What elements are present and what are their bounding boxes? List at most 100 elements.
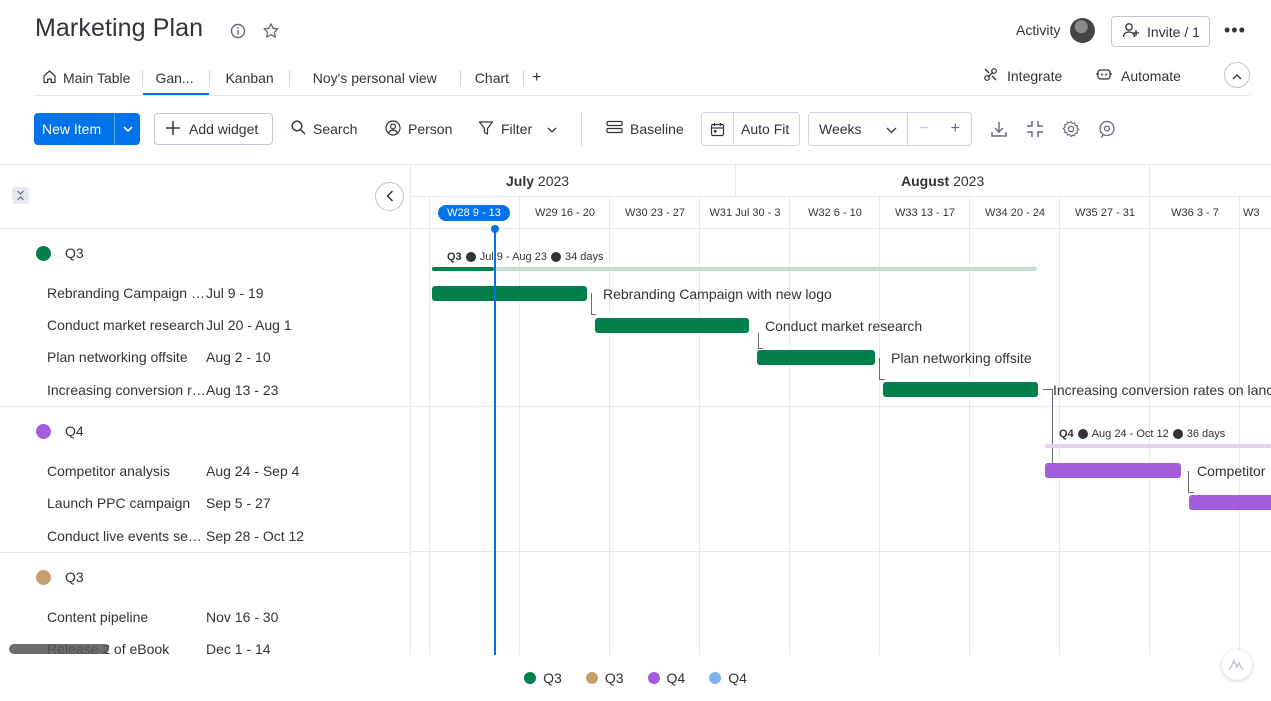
- summary-name: Q4: [1059, 428, 1074, 440]
- plus-icon: +: [532, 68, 542, 86]
- task-bar-label: Increasing conversion rates on lanc: [1053, 382, 1271, 398]
- task-bar[interactable]: [595, 318, 749, 333]
- legend-label: Q3: [604, 670, 624, 686]
- week-column[interactable]: W32 6 - 10: [790, 197, 880, 229]
- list-item[interactable]: Conduct market research Jul 20 - Aug 1: [0, 309, 410, 341]
- item-dates: Aug 2 - 10: [206, 349, 271, 365]
- grid-line: [429, 197, 430, 655]
- baseline-button[interactable]: Baseline: [606, 113, 684, 145]
- integrate-button[interactable]: Integrate: [982, 66, 1062, 86]
- list-item[interactable]: Increasing conversion rates on landing p…: [0, 373, 410, 406]
- invite-button[interactable]: Invite / 1: [1111, 16, 1210, 47]
- list-item[interactable]: Launch PPC campaign Sep 5 - 27: [0, 487, 410, 519]
- summary-duration: 36 days: [1186, 428, 1226, 440]
- today-marker-line: [494, 229, 496, 655]
- person-label: Person: [408, 121, 453, 137]
- week-column[interactable]: W31 Jul 30 - 3: [700, 197, 790, 229]
- week-column[interactable]: W3: [1240, 197, 1271, 229]
- week-column[interactable]: W33 13 - 17: [880, 197, 970, 229]
- tab-main-table[interactable]: Main Table: [34, 60, 142, 95]
- zoom-level-select[interactable]: Weeks: [809, 113, 908, 145]
- summary-range: Aug 24 - Oct 12: [1091, 428, 1169, 440]
- week-label: W28 9 - 13: [438, 205, 510, 221]
- toolbar-divider: [581, 112, 582, 146]
- zoom-out-button[interactable]: −: [919, 120, 928, 138]
- integrate-label: Integrate: [1007, 68, 1063, 84]
- tab-personal-view[interactable]: Noy's personal view: [290, 60, 460, 95]
- add-view-button[interactable]: +: [524, 60, 549, 95]
- list-item[interactable]: Plan networking offsite Aug 2 - 10: [0, 341, 410, 373]
- week-label: W32 6 - 10: [808, 207, 862, 219]
- dot-separator: [1077, 429, 1088, 439]
- chevron-down-icon[interactable]: [114, 113, 140, 145]
- task-bar[interactable]: [1045, 463, 1181, 478]
- task-bar[interactable]: [432, 286, 587, 301]
- info-icon[interactable]: [228, 21, 248, 41]
- tab-kanban[interactable]: Kanban: [210, 60, 288, 95]
- week-column-current[interactable]: W28 9 - 13: [434, 197, 514, 229]
- chevron-left-icon: [385, 189, 394, 205]
- horizontal-scrollbar[interactable]: [9, 644, 109, 654]
- assistant-icon[interactable]: [1222, 650, 1252, 680]
- legend-item[interactable]: Q3: [585, 670, 624, 686]
- new-item-button[interactable]: New Item: [34, 113, 140, 145]
- group-header[interactable]: Q3: [0, 229, 410, 277]
- automate-button[interactable]: Automate: [1095, 66, 1181, 85]
- dot-separator: [550, 252, 561, 262]
- week-column[interactable]: W30 23 - 27: [610, 197, 700, 229]
- week-column[interactable]: W35 27 - 31: [1060, 197, 1150, 229]
- tab-label: Chart: [474, 69, 510, 86]
- week-column[interactable]: W29 16 - 20: [520, 197, 610, 229]
- legend-item[interactable]: Q4: [709, 670, 747, 686]
- week-label: W34 20 - 24: [985, 207, 1045, 219]
- autofit-button[interactable]: Auto Fit: [701, 112, 800, 146]
- month-name: July: [506, 173, 535, 189]
- star-icon[interactable]: [261, 21, 281, 41]
- feedback-icon[interactable]: [1097, 119, 1117, 139]
- filter-label: Filter: [501, 121, 533, 137]
- task-bar[interactable]: [1189, 495, 1271, 510]
- view-tabs: Main Table Gan... Kanban Noy's personal …: [34, 60, 549, 95]
- calendar-icon: [702, 113, 734, 145]
- expand-collapse-all-icon[interactable]: [12, 187, 29, 204]
- tab-label: Main Table: [63, 69, 131, 86]
- group-header[interactable]: Q3: [0, 553, 410, 601]
- baseline-icon: [606, 120, 623, 138]
- activity-link[interactable]: Activity: [1016, 22, 1060, 38]
- list-item[interactable]: Conduct live events series Sep 28 - Oct 1…: [0, 519, 410, 552]
- list-item[interactable]: Content pipeline Nov 16 - 30: [0, 601, 410, 633]
- plus-icon: [165, 120, 181, 139]
- legend-item[interactable]: Q3: [524, 670, 562, 686]
- legend-item[interactable]: Q4: [647, 670, 685, 686]
- fullscreen-icon[interactable]: [1025, 119, 1045, 139]
- more-options-icon[interactable]: •••: [1224, 20, 1246, 41]
- tab-chart[interactable]: Chart: [461, 60, 523, 95]
- group-summary-bar: [432, 267, 1037, 271]
- settings-gear-icon[interactable]: [1061, 119, 1081, 139]
- avatar[interactable]: [1070, 18, 1095, 43]
- add-widget-button[interactable]: Add widget: [154, 113, 273, 145]
- tab-gantt[interactable]: Gan...: [143, 60, 210, 95]
- export-icon[interactable]: [989, 119, 1009, 139]
- item-dates: Sep 5 - 27: [206, 495, 271, 511]
- group-progress-bar: [432, 267, 494, 271]
- item-dates: Jul 9 - 19: [206, 285, 264, 301]
- zoom-level-value: Weeks: [819, 121, 862, 137]
- week-column[interactable]: W36 3 - 7: [1150, 197, 1240, 229]
- search-button[interactable]: Search: [291, 113, 357, 145]
- zoom-in-button[interactable]: +: [951, 120, 960, 138]
- grid-line: [789, 197, 790, 655]
- home-icon: [42, 69, 57, 87]
- add-person-icon: [1122, 22, 1140, 41]
- filter-button[interactable]: Filter: [478, 113, 557, 145]
- list-item[interactable]: Competitor analysis Aug 24 - Sep 4: [0, 455, 410, 487]
- week-column[interactable]: W34 20 - 24: [970, 197, 1060, 229]
- group-header[interactable]: Q4: [0, 407, 410, 455]
- collapse-panel-button[interactable]: [375, 182, 404, 211]
- task-bar[interactable]: [883, 382, 1038, 397]
- list-item[interactable]: Rebranding Campaign with new logoJul 9 -…: [0, 277, 410, 309]
- tab-label: Gan...: [155, 69, 194, 86]
- task-bar[interactable]: [757, 350, 875, 365]
- collapse-header-button[interactable]: [1224, 62, 1250, 88]
- person-filter-button[interactable]: Person: [385, 113, 452, 145]
